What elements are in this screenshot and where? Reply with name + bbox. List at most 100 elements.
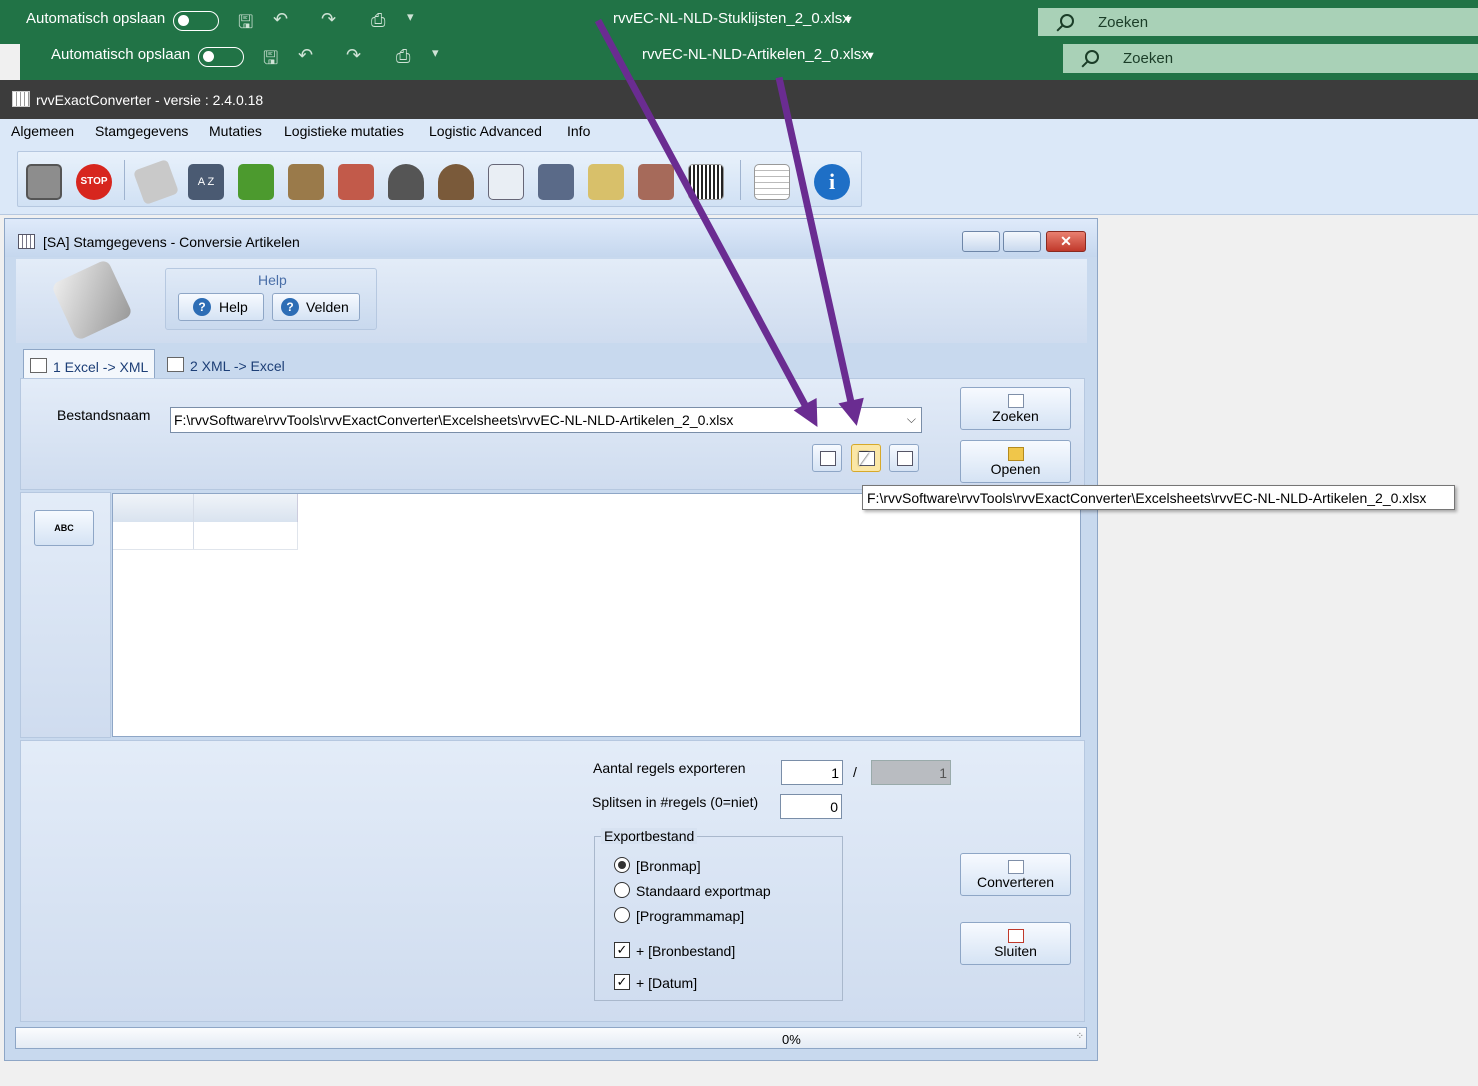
toolbar-separator (124, 160, 125, 200)
menu-item-logistieke-mutaties[interactable]: Logistieke mutaties (284, 123, 404, 139)
document-stack-icon[interactable] (538, 164, 574, 200)
preview-button[interactable] (889, 444, 919, 472)
chevron-down-icon[interactable]: ▼ (865, 50, 876, 62)
help-ribbon: Help ? Help ? Velden (16, 258, 1087, 343)
minimize-button[interactable] (962, 231, 1000, 252)
radio-programmamap-label[interactable]: [Programmamap] (636, 908, 744, 924)
file-label: Bestandsnaam (57, 407, 151, 423)
excel-search-box[interactable]: Zoeken (1038, 8, 1478, 37)
validate-button[interactable] (812, 444, 842, 472)
close-window-button[interactable]: ✕ (1046, 231, 1086, 252)
print-icon[interactable]: ⎙ (396, 46, 410, 67)
split-label: Splitsen in #regels (0=niet) (592, 794, 759, 810)
open-button[interactable]: Openen (960, 440, 1071, 483)
close-button[interactable]: Sluiten (960, 922, 1071, 965)
excel-sheet-icon (167, 357, 184, 372)
folder-icon (1007, 447, 1024, 461)
print-icon[interactable]: ⎙ (371, 10, 385, 31)
tooltip-text: F:\rvvSoftware\rvvTools\rvvExactConverte… (867, 490, 1427, 506)
help-group: Help ? Help ? Velden (165, 268, 377, 330)
search-icon (1060, 14, 1074, 28)
convert-button[interactable]: Converteren (960, 853, 1071, 896)
data-grid[interactable] (112, 493, 1081, 737)
close-button-label: Sluiten (994, 943, 1037, 959)
building-icon[interactable] (638, 164, 674, 200)
question-icon: ? (281, 298, 299, 316)
excel-filename[interactable]: rvvEC-NL-NLD-Stuklijsten_2_0.xlsx (613, 10, 850, 27)
progress-bar: 0% ⁘ (15, 1027, 1087, 1049)
tab-excel-to-xml[interactable]: 1 Excel -> XML (23, 349, 155, 379)
menu-item-mutaties[interactable]: Mutaties (209, 123, 262, 139)
autosave-toggle[interactable] (173, 11, 219, 31)
grid-row[interactable] (113, 522, 298, 550)
slash-label: / (853, 764, 857, 780)
menu-item-info[interactable]: Info (567, 123, 590, 139)
a-z-book-icon[interactable]: A Z (188, 164, 224, 200)
binoculars-icon (1007, 394, 1024, 408)
menu-item-stamgegevens[interactable]: Stamgegevens (95, 123, 188, 139)
menu-bar: Algemeen Stamgegevens Mutaties Logistiek… (0, 119, 1478, 143)
customize-icon[interactable]: ▾ (407, 9, 414, 25)
resize-grip-icon[interactable]: ⁘ (1076, 1031, 1084, 1042)
file-path-value: F:\rvvSoftware\rvvTools\rvvExactConverte… (174, 412, 734, 428)
menu-item-algemeen[interactable]: Algemeen (11, 123, 74, 139)
grid-header (113, 494, 298, 522)
warehouse-icon[interactable] (288, 164, 324, 200)
search-placeholder: Zoeken (1098, 14, 1149, 31)
redo-icon[interactable]: ↷ (346, 45, 361, 66)
excel-filename[interactable]: rvvEC-NL-NLD-Artikelen_2_0.xlsx (642, 46, 869, 63)
chevron-down-icon[interactable]: ▼ (843, 14, 854, 26)
convert-icon (1007, 860, 1024, 874)
radio-bronmap[interactable] (614, 857, 630, 873)
export-rows-total: 1 (871, 760, 951, 785)
person-icon[interactable] (388, 164, 424, 200)
dialog-title: [SA] Stamgegevens - Conversie Artikelen (43, 234, 300, 250)
autosave-toggle[interactable] (198, 47, 244, 67)
autosave-label: Automatisch opslaan (51, 46, 191, 63)
checkbox-bronbestand[interactable]: ✓ (614, 942, 630, 958)
users-icon[interactable] (438, 164, 474, 200)
help-group-label: Help (258, 272, 287, 288)
autosave-label: Automatisch opslaan (26, 10, 166, 27)
help-button-label: Help (219, 299, 248, 315)
search-button[interactable]: Zoeken (960, 387, 1071, 430)
excel-search-box[interactable]: Zoeken (1063, 44, 1478, 73)
fields-button[interactable]: ? Velden (272, 293, 360, 321)
menu-item-logistic-advanced[interactable]: Logistic Advanced (429, 123, 542, 139)
export-rows-input[interactable]: 1 (781, 760, 843, 785)
tab-xml-to-excel[interactable]: 2 XML -> Excel (161, 351, 291, 379)
chart-icon[interactable] (488, 164, 524, 200)
question-icon: ? (193, 298, 211, 316)
customize-icon[interactable]: ▾ (432, 45, 439, 61)
truck-icon[interactable] (238, 164, 274, 200)
maximize-button[interactable] (1003, 231, 1041, 252)
notepad-icon[interactable] (754, 164, 790, 200)
dashboard-icon[interactable] (26, 164, 62, 200)
radio-standaard-label[interactable]: Standaard exportmap (636, 883, 771, 899)
search-button-label: Zoeken (992, 408, 1039, 424)
document-icon[interactable] (132, 158, 180, 206)
info-icon[interactable]: i (814, 164, 850, 200)
convert-button-label: Converteren (976, 874, 1055, 890)
printer-icon[interactable] (588, 164, 624, 200)
undo-icon[interactable]: ↶ (273, 9, 288, 30)
undo-icon[interactable]: ↶ (298, 45, 313, 66)
factory-icon[interactable] (338, 164, 374, 200)
checkbox-datum[interactable]: ✓ (614, 974, 630, 990)
help-button[interactable]: ? Help (178, 293, 264, 321)
radio-programmamap[interactable] (614, 907, 630, 923)
stop-icon[interactable]: STOP (76, 164, 112, 200)
checkbox-datum-label[interactable]: + [Datum] (636, 975, 697, 991)
split-input[interactable]: 0 (780, 794, 842, 819)
redo-icon[interactable]: ↷ (321, 9, 336, 30)
app-title: rvvExactConverter - versie : 2.4.0.18 (36, 92, 264, 108)
radio-standaard-exportmap[interactable] (614, 882, 630, 898)
checkbox-bronbestand-label[interactable]: + [Bronbestand] (636, 943, 735, 959)
app-icon (12, 91, 30, 107)
radio-bronmap-label[interactable]: [Bronmap] (636, 858, 701, 874)
save-icon[interactable]: 🖫 (263, 46, 278, 76)
conversion-dialog: [SA] Stamgegevens - Conversie Artikelen … (4, 218, 1098, 1061)
abc-button[interactable]: ABC (34, 510, 94, 546)
chevron-down-icon[interactable]: ⌵ (907, 412, 916, 427)
search-icon (1085, 50, 1099, 64)
